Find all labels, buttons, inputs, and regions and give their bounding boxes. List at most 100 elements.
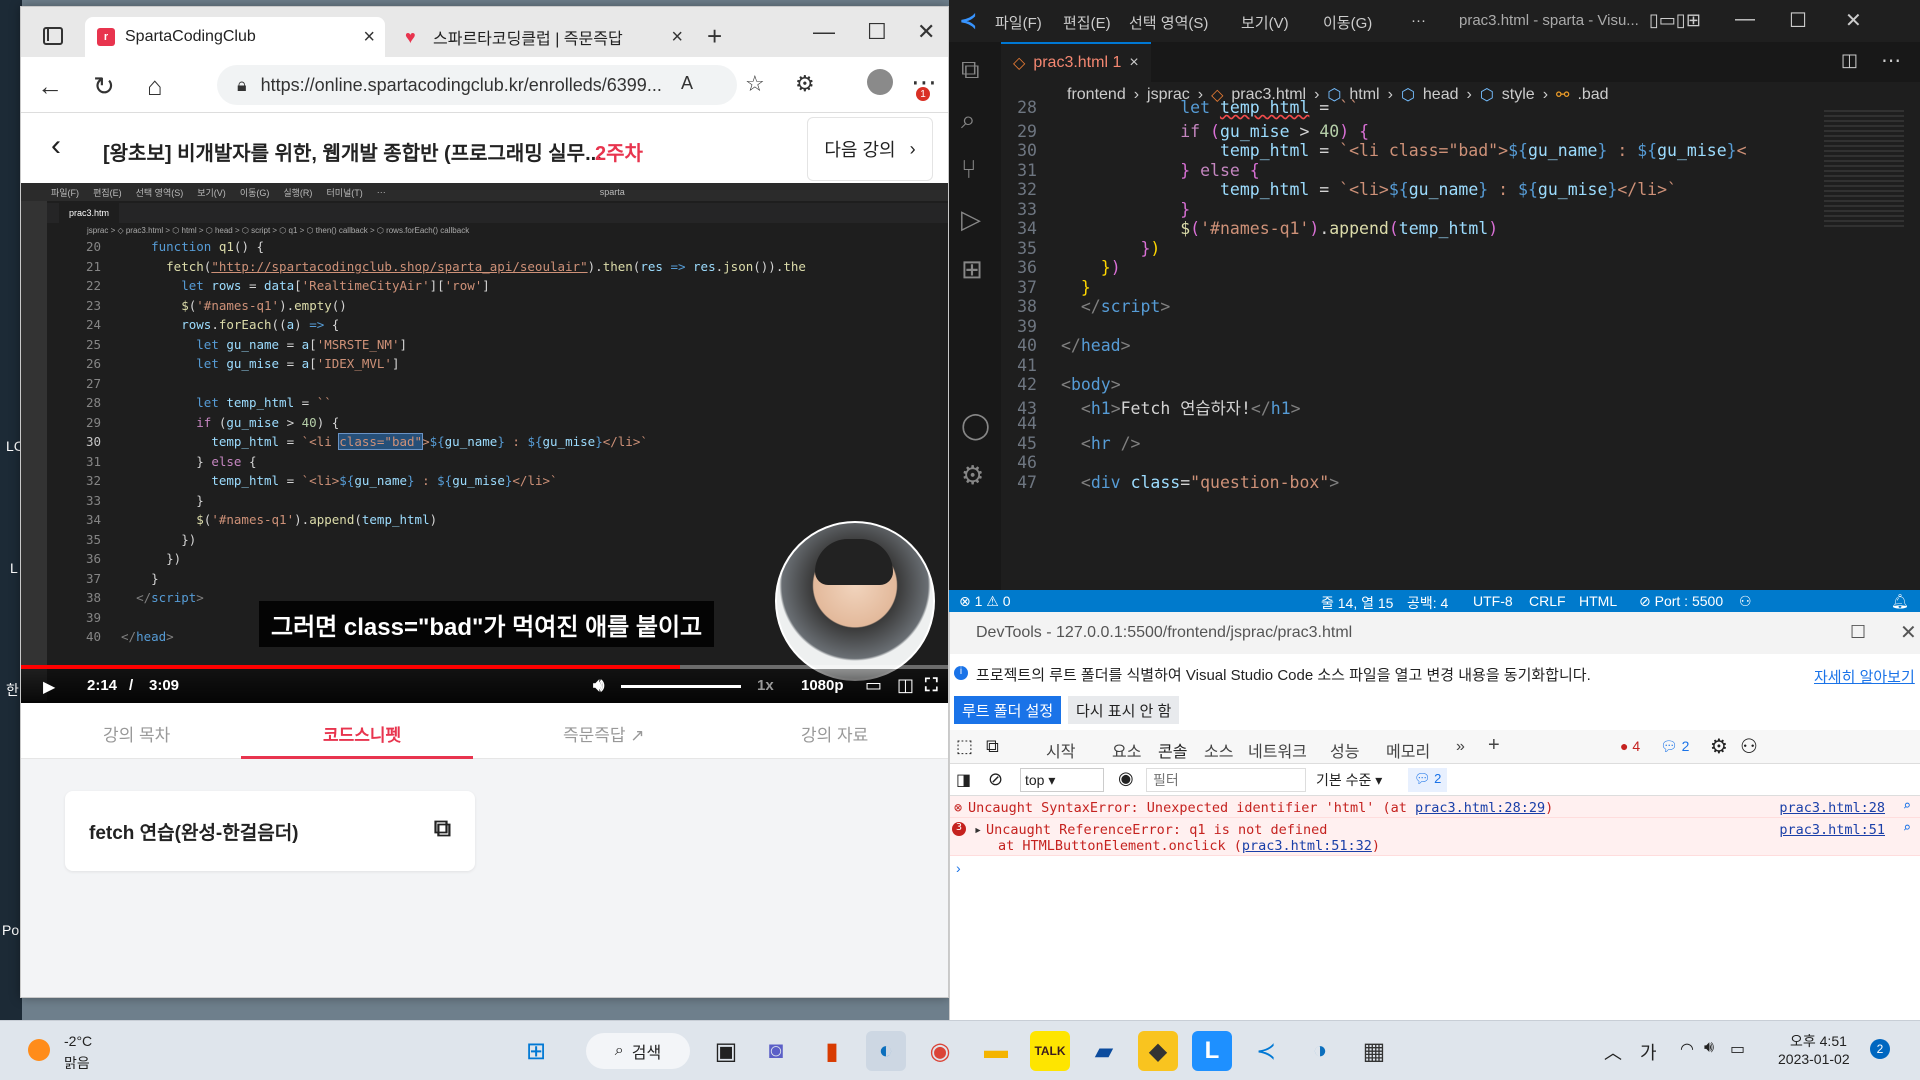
next-lecture-button[interactable]: 다음 강의 › [807,117,933,181]
chat-icon[interactable]: ◙ [756,1031,796,1071]
live-server-port[interactable]: ⊘ Port : 5500 [1639,593,1723,610]
tab-elements[interactable]: 요소 [1112,738,1141,762]
battery-icon[interactable]: ▭ [1730,1039,1745,1059]
store-icon[interactable]: ▰ [1084,1031,1124,1071]
wifi-icon[interactable]: ◠ [1680,1039,1694,1059]
office-icon[interactable]: ▮ [812,1031,852,1071]
kakaotalk-icon[interactable]: TALK [1030,1031,1070,1071]
start-windows-icon[interactable]: ⊞ [516,1031,556,1071]
message-counter[interactable]: 💬︎ 2 [1660,738,1689,755]
notification-count[interactable]: 2 [1870,1039,1890,1059]
device-toolbar-icon[interactable]: ⧉ [986,736,999,757]
explorer-icon[interactable]: ⧉ [961,54,980,86]
home-icon[interactable]: ⌂ [147,71,163,102]
clock-time[interactable]: 오후 4:51 [1790,1031,1847,1051]
vscode-taskbar-icon[interactable]: ≺ [1246,1031,1286,1071]
chrome-icon[interactable]: ◉ [920,1031,960,1071]
menu-edit[interactable]: 편집(E) [1063,12,1111,33]
app-icon[interactable]: ◆ [1138,1031,1178,1071]
extensions-icon[interactable]: ⚙ [795,71,815,97]
minimize-icon[interactable]: — [1735,8,1755,31]
desktop-icon-label[interactable]: Po [2,922,19,938]
editor-tab-prac3[interactable]: ◇ prac3.html 1 × [1001,42,1151,82]
task-view-icon[interactable]: ▣ [706,1031,746,1071]
weather-temp[interactable]: -2°C [64,1033,92,1049]
volume-icon[interactable]: 🔊︎ [1704,1039,1714,1057]
inspect-element-icon[interactable]: ⬚ [956,736,973,757]
split-editor-icon[interactable]: ◫ [1841,50,1858,71]
file-explorer-icon[interactable]: ▬ [976,1031,1016,1071]
error-file-link[interactable]: prac3.html:28 [1779,800,1885,816]
run-debug-icon[interactable]: ▷ [961,204,981,235]
indent-setting[interactable]: 공백: 4 [1407,593,1448,612]
tab-sparta[interactable]: r SpartaCodingClub × [85,17,385,57]
volume-icon[interactable]: 🔊︎ [593,675,604,696]
desktop-icon-label[interactable]: L [10,560,18,576]
menu-go[interactable]: 이동(G) [1323,12,1372,33]
learn-more-link[interactable]: 자세히 알아보기 [1814,666,1915,687]
close-icon[interactable]: ✕ [1900,620,1917,645]
desktop-icon-label[interactable]: 한 [6,680,19,700]
play-icon[interactable]: ▶ [43,677,55,697]
maximize-icon[interactable]: ☐ [1850,622,1866,643]
language-mode[interactable]: HTML [1579,593,1617,609]
back-icon[interactable]: ← [37,71,63,102]
error-source-link[interactable]: prac3.html:28:29 [1415,800,1545,816]
tab-memory[interactable]: 메모리 [1386,738,1430,762]
speed-label[interactable]: 1x [757,677,774,694]
context-selector[interactable]: top ▾ [1020,768,1104,792]
close-tab-icon[interactable]: × [1129,54,1138,72]
tab-welcome[interactable]: 시작 [1046,738,1075,762]
tab-qna[interactable]: 즉문즉답 ↗ [563,721,645,746]
search-icon[interactable]: ⌕ [961,104,976,136]
weather-sun-icon[interactable] [28,1039,50,1061]
notifications-bell-icon[interactable]: 🔔︎ [1891,593,1909,610]
menu-more[interactable]: ··· [1411,12,1426,29]
close-icon[interactable]: ✕ [1845,8,1862,33]
menu-selection[interactable]: 선택 영역(S) [1129,12,1208,33]
more-tabs-icon[interactable]: » [1456,738,1465,756]
close-tab-icon[interactable]: × [363,26,375,49]
taskbar-search[interactable]: ⌕ 검색 [586,1033,690,1069]
tab-lecture-toc[interactable]: 강의 목차 [103,721,170,746]
lecture-video[interactable]: 파일(F) 편집(E) 선택 영역(S) 보기(V) 이동(G) 실행(R) 터… [21,183,948,703]
layout-icon[interactable]: ▯▭▯⊞ [1649,10,1701,31]
tab-network[interactable]: 네트워크 [1248,738,1307,762]
search-icon[interactable]: ⌕ [1903,820,1911,836]
l-app-icon[interactable]: L [1192,1031,1232,1071]
console-error-row[interactable]: ⊗ Uncaught SyntaxError: Unexpected ident… [950,796,1920,818]
profile-avatar[interactable] [867,69,893,95]
tab-actions-icon[interactable] [43,27,63,45]
settings-gear-icon[interactable]: ⚙ [961,460,984,491]
menu-view[interactable]: 보기(V) [1241,12,1289,33]
ime-indicator[interactable]: 가 [1640,1039,1657,1065]
captions-icon[interactable]: ▭ [865,675,882,696]
console-error-row[interactable]: 3 ▸ Uncaught ReferenceError: q1 is not d… [950,818,1920,856]
settings-gear-icon[interactable]: ⚙ [1710,734,1728,759]
console-filter-input[interactable] [1146,768,1306,792]
sidebar-toggle-icon[interactable]: ◨ [956,770,971,790]
set-root-folder-button[interactable]: 루트 폴더 설정 [954,696,1062,724]
fullscreen-icon[interactable]: ⛶ [925,675,938,696]
tab-sources[interactable]: 소스 [1204,738,1233,762]
edge-taskbar-icon[interactable]: ◐ [866,1031,906,1071]
encoding[interactable]: UTF-8 [1473,593,1513,609]
clock-date[interactable]: 2023-01-02 [1778,1051,1850,1067]
maximize-icon[interactable]: ☐ [867,19,887,45]
live-expression-eye-icon[interactable]: ◉ [1118,768,1134,789]
maximize-icon[interactable]: ☐ [1789,8,1807,33]
minimap[interactable] [1824,110,1904,230]
add-tab-icon[interactable]: + [1488,734,1500,757]
remote-icon[interactable]: ⚇ [1739,593,1752,610]
menu-file[interactable]: 파일(F) [995,12,1042,33]
problems-indicator[interactable]: ⊗ 1 ⚠ 0 [959,593,1011,610]
search-icon[interactable]: ⌕ [1903,798,1911,814]
error-counter[interactable]: ● 4 [1620,738,1640,754]
tab-performance[interactable]: 성능 [1330,738,1359,762]
minimize-icon[interactable]: — [813,19,835,45]
refresh-icon[interactable]: ↻ [93,71,115,102]
source-control-icon[interactable]: ⑂ [961,154,977,185]
clear-console-icon[interactable]: ⊘ [988,769,1003,790]
dont-show-again-button[interactable]: 다시 표시 안 함 [1068,696,1180,724]
volume-slider[interactable] [621,685,741,688]
